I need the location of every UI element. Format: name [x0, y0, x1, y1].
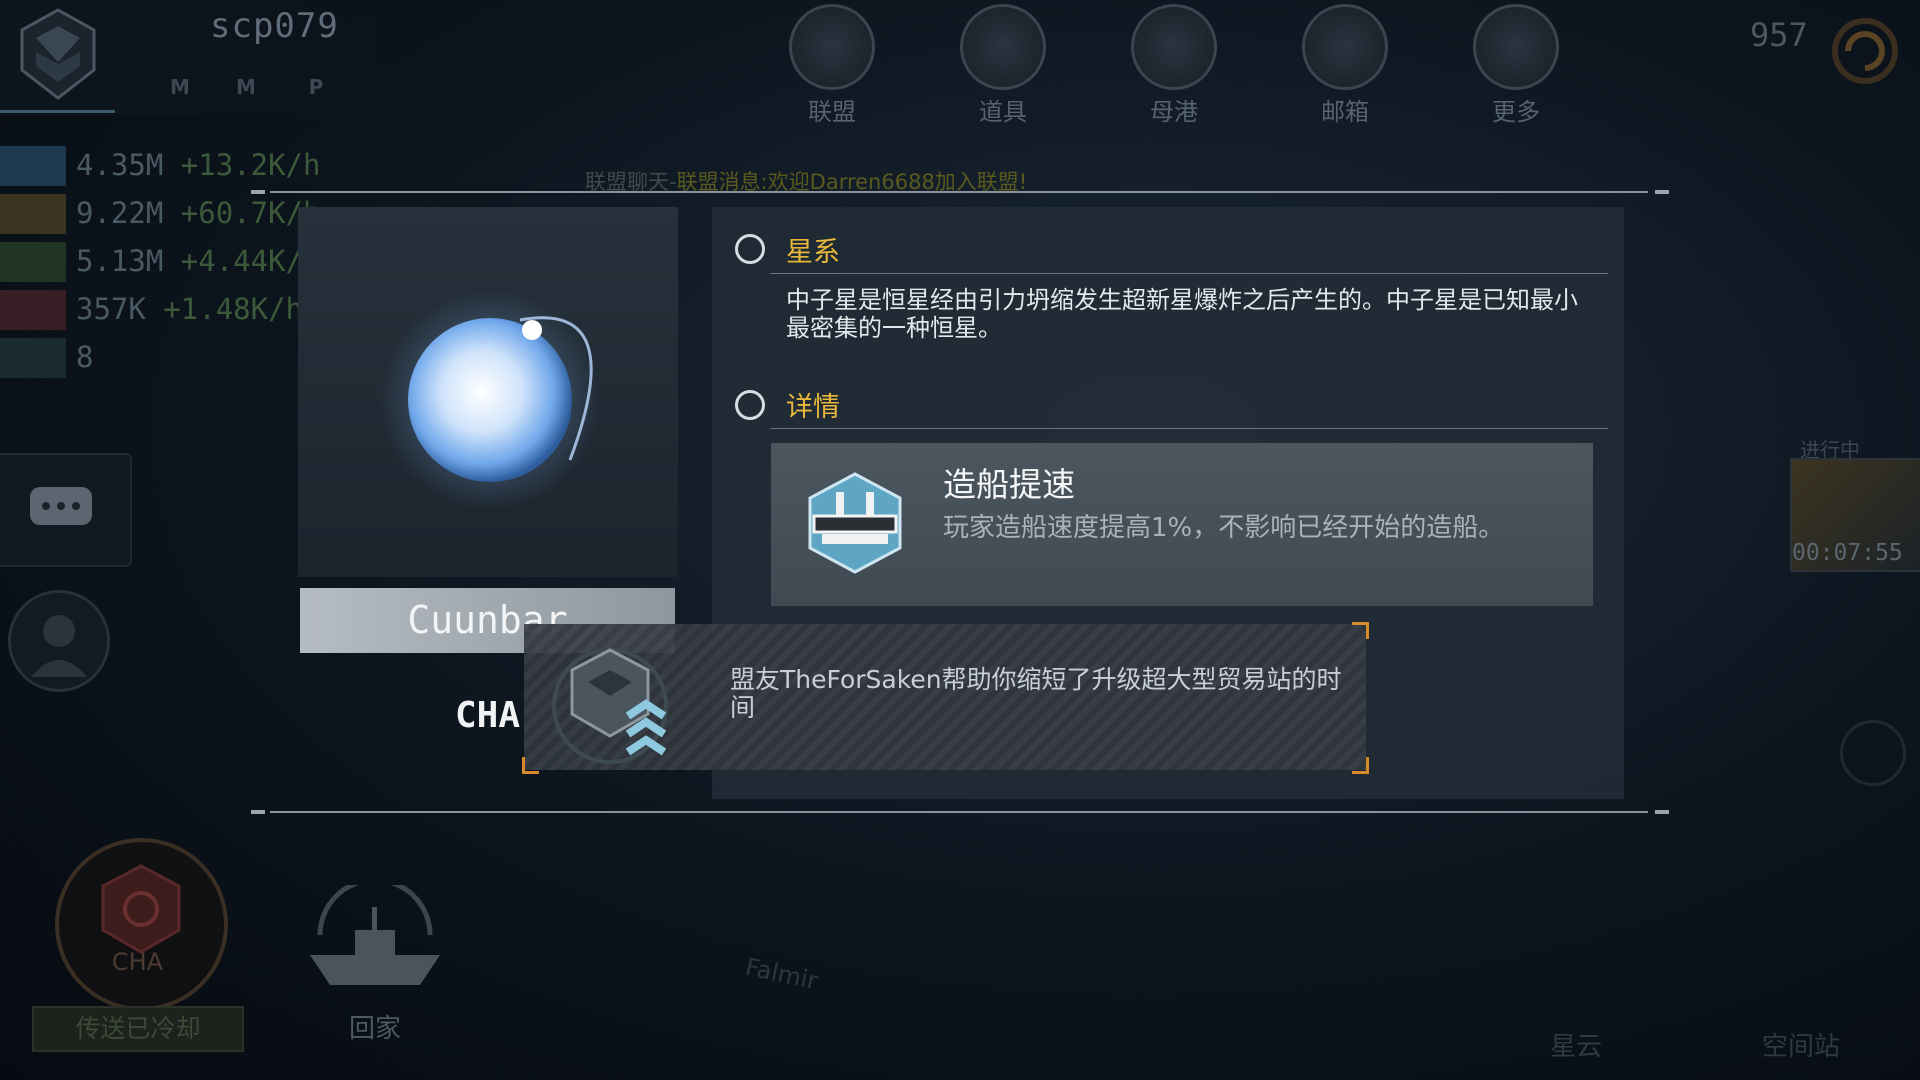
- globe-icon: [789, 4, 875, 90]
- rank-badge: P: [308, 75, 324, 99]
- rank-badge: M: [170, 75, 190, 99]
- resource-rate: +1.48K/h: [163, 292, 303, 326]
- nav-mothership[interactable]: 母港: [1124, 4, 1224, 129]
- galaxy-description: 中子星是恒星经由引力坍缩发生超新星爆炸之后产生的。中子星是已知最小最密集的一种恒…: [786, 286, 1578, 342]
- section-title-details: 详情: [786, 392, 840, 423]
- person-icon: [31, 615, 87, 677]
- section-bullet-icon: [735, 234, 765, 264]
- nav-label: 母港: [1150, 98, 1198, 126]
- nav-more[interactable]: 更多: [1466, 4, 1566, 129]
- resource-amount: 4.35M: [76, 148, 164, 182]
- space-station-button[interactable]: 空间站: [1762, 1026, 1840, 1063]
- info-icon[interactable]: [1840, 720, 1906, 786]
- resource-row-vision[interactable]: 8: [0, 336, 340, 380]
- dialog-top-rule: [270, 191, 1648, 193]
- section-rule: [770, 273, 1608, 274]
- resource-amount: 5.13M: [76, 244, 164, 278]
- frame-tick: [1655, 190, 1669, 194]
- mail-icon: [1302, 4, 1388, 90]
- go-home-button[interactable]: [300, 885, 450, 1005]
- resource-row-metal[interactable]: 5.13M +4.44K/h: [0, 240, 340, 284]
- swirl-icon[interactable]: [1830, 16, 1900, 86]
- nav-label: 道具: [979, 98, 1027, 126]
- notification-text: 盟友TheForSaken帮助你缩短了升级超大型贸易站的时间: [730, 665, 1342, 722]
- neutron-star-image: [380, 290, 600, 510]
- nav-items[interactable]: 道具: [953, 4, 1053, 129]
- frame-tick: [1655, 810, 1669, 814]
- map-label: Falmir: [742, 952, 821, 996]
- toast-corner: [1352, 622, 1369, 639]
- toast-corner: [1352, 757, 1369, 774]
- toast-corner: [522, 757, 539, 774]
- nav-label: 邮箱: [1321, 98, 1369, 126]
- nav-label: 联盟: [808, 98, 856, 126]
- resource-amount: 9.22M: [76, 196, 164, 230]
- crystal-icon: [0, 146, 66, 186]
- resource-row-crystal[interactable]: 4.35M +13.2K/h: [0, 144, 340, 188]
- frame-tick: [251, 190, 265, 194]
- toolbox-icon: [960, 4, 1046, 90]
- chat-button[interactable]: [0, 453, 132, 567]
- player-name: scp079: [210, 6, 339, 46]
- nebula-button[interactable]: 星云: [1550, 1026, 1602, 1063]
- alliance-crest-icon: [101, 864, 181, 954]
- metal-icon: [0, 242, 66, 282]
- section-rule: [770, 428, 1608, 429]
- player-underline: [0, 110, 115, 113]
- rank-chevron-icon: [552, 648, 668, 764]
- dialog-bottom-rule: [270, 811, 1648, 813]
- game-screen: { "player": { "name": "scp079", "rank_ba…: [0, 0, 1920, 1080]
- resource-amount: 357K: [76, 292, 146, 326]
- resource-row-gas[interactable]: 9.22M +60.7K/h: [0, 192, 340, 236]
- mothership-icon: [1131, 4, 1217, 90]
- rank-badge: M: [236, 75, 256, 99]
- teleport-status[interactable]: 传送已冷却: [32, 1006, 244, 1052]
- avatar[interactable]: [8, 590, 110, 692]
- resource-rate: +13.2K/h: [180, 148, 321, 182]
- eye-icon: [0, 338, 66, 378]
- credits-icon: [0, 290, 66, 330]
- perk-title: 造船提速: [943, 465, 1075, 504]
- home-base-label: CHA: [111, 948, 164, 976]
- resource-amount: 8: [76, 340, 94, 374]
- gas-icon: [0, 194, 66, 234]
- chat-bubble-icon: [30, 487, 92, 525]
- section-bullet-icon: [735, 390, 765, 420]
- resource-row-credits[interactable]: 357K +1.48K/h: [0, 288, 340, 332]
- perk-description: 玩家造船速度提高1%，不影响已经开始的造船。: [943, 513, 1505, 543]
- nav-label: 更多: [1492, 98, 1540, 126]
- frame-tick: [251, 810, 265, 814]
- plus-icon: [1473, 4, 1559, 90]
- shipyard-icon: [808, 472, 902, 574]
- nav-mailbox[interactable]: 邮箱: [1295, 4, 1395, 129]
- go-home-label: 回家: [348, 1014, 401, 1044]
- player-emblem-icon[interactable]: [18, 8, 98, 100]
- section-title-galaxy: 星系: [786, 237, 840, 268]
- nav-alliance[interactable]: 联盟: [782, 4, 882, 129]
- progress-timer: 00:07:55: [1792, 540, 1903, 566]
- home-base-button[interactable]: [55, 838, 228, 1011]
- currency-value: 957: [1750, 16, 1808, 54]
